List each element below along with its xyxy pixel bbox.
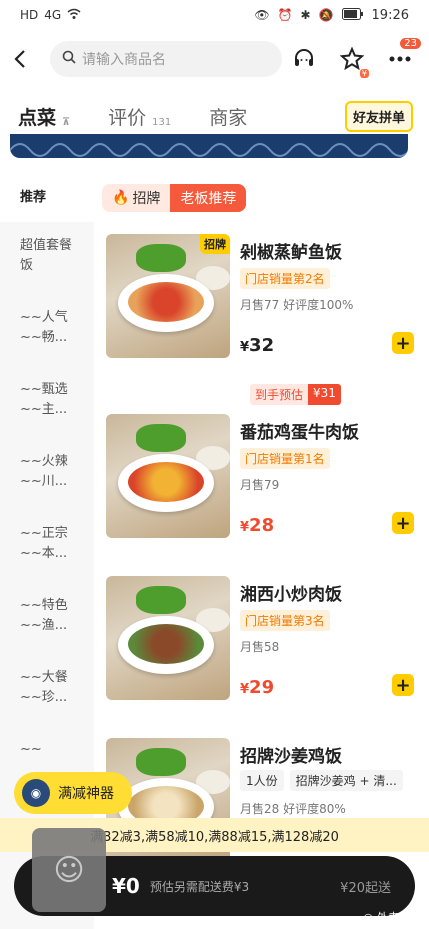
- sidebar-item-recommended[interactable]: 推荐: [0, 168, 94, 222]
- review-count: 131: [152, 116, 172, 128]
- eye-icon: 👁: [254, 8, 270, 22]
- dish-card[interactable]: 番茄鸡蛋牛肉饭 门店销量第1名 月售79 ¥28 +: [106, 414, 418, 544]
- promo-label: 满减神器: [58, 786, 114, 802]
- dish-name: 番茄鸡蛋牛肉饭: [240, 423, 359, 443]
- bluetooth-icon: ✱: [300, 8, 311, 22]
- boss-recommend-tag: 老板推荐: [170, 184, 247, 212]
- cart-total: ¥0: [112, 874, 140, 898]
- category-sidebar: 推荐 超值套餐 饭 ~~人气 ~~畅... ~~甄选 ~~主... ~~火辣 ~…: [0, 168, 94, 929]
- sidebar-item-authentic[interactable]: ~~正宗 ~~本...: [0, 510, 94, 582]
- sales-rank-badge: 门店销量第3名: [240, 610, 330, 631]
- dish-meta: 月售77 好评度100%: [240, 298, 354, 312]
- sales-rank-badge: 门店销量第1名: [240, 448, 330, 469]
- dish-meta: 月售28 好评度80%: [240, 802, 346, 816]
- tab-bar: 点菜 ⊼ 评价 131 商家 好友拼单: [0, 96, 429, 138]
- dish-name: 湘西小炒肉饭: [240, 585, 342, 605]
- dish-name: 剁椒蒸鲈鱼饭: [240, 243, 342, 263]
- search-icon: [62, 50, 76, 68]
- customer-service-icon[interactable]: [291, 46, 317, 72]
- wechat-icon: ◎: [363, 910, 373, 924]
- spec-chips: 1人份 招牌沙姜鸡 + 清...: [240, 770, 403, 791]
- signal-icon: 4G: [44, 8, 62, 22]
- search-input[interactable]: 请输入商品名: [50, 41, 282, 77]
- collapse-icon: ⊼: [62, 116, 71, 128]
- tab-reviews[interactable]: 评价 131: [108, 103, 171, 130]
- fire-icon: 🔥: [112, 190, 130, 206]
- portion-chip: 1人份: [240, 770, 284, 791]
- tab-label: 点菜: [18, 106, 57, 129]
- dish-photo[interactable]: [106, 576, 230, 700]
- sidebar-item-special[interactable]: ~~特色 ~~渔...: [0, 582, 94, 654]
- tab-order[interactable]: 点菜 ⊼: [18, 103, 71, 138]
- wifi-icon: [67, 8, 81, 23]
- watermark-text: 外卖玩家: [377, 911, 421, 924]
- dish-name: 招牌沙姜鸡饭: [240, 747, 342, 767]
- sidebar-item-value-combo[interactable]: 超值套餐 饭: [0, 222, 94, 294]
- notification-badge: 23: [400, 38, 421, 49]
- dish-card[interactable]: 湘西小炒肉饭 门店销量第3名 月售58 ¥29 +: [106, 576, 418, 706]
- dish-meta: 月售79: [240, 478, 280, 492]
- favorite-icon[interactable]: ¥: [339, 46, 369, 78]
- status-bar: HD 4G 👁 ⏰ ✱ 🔕 19:26: [0, 0, 429, 30]
- mute-icon: 🔕: [318, 8, 334, 22]
- dish-meta: 月售58: [240, 640, 280, 654]
- dish-price: ¥28: [240, 515, 275, 536]
- estimated-value: ¥31: [308, 384, 341, 405]
- delivery-fee: 预估另需配送费¥3: [149, 879, 250, 894]
- back-icon[interactable]: [10, 49, 30, 69]
- coupon-badge: ¥: [359, 69, 369, 78]
- signature-tag: 🔥 招牌: [102, 184, 171, 212]
- sidebar-item-popular[interactable]: ~~人气 ~~畅...: [0, 294, 94, 366]
- content-chip: 招牌沙姜鸡 + 清...: [289, 770, 403, 791]
- page: HD 4G 👁 ⏰ ✱ 🔕 19:26 请输入商品名 ¥ 23 点菜 ⊼ 评价 …: [0, 0, 429, 929]
- tab-label: 评价: [108, 106, 147, 129]
- decorative-banner: [10, 134, 408, 158]
- estimated-label: 到手预估: [250, 384, 309, 405]
- cart-icon[interactable]: ☺: [32, 828, 106, 912]
- sidebar-item-feast[interactable]: ~~大餐 ~~珍...: [0, 654, 94, 726]
- hd-icon: HD: [20, 8, 39, 22]
- header: 请输入商品名 ¥ 23: [0, 36, 429, 82]
- search-placeholder: 请输入商品名: [82, 52, 166, 68]
- watermark: ◎ 外卖玩家: [363, 909, 421, 925]
- alarm-icon: ⏰: [277, 8, 293, 22]
- more-icon[interactable]: 23: [387, 38, 421, 72]
- sidebar-item-selected[interactable]: ~~甄选 ~~主...: [0, 366, 94, 438]
- tab-merchant[interactable]: 商家: [209, 103, 247, 130]
- minimum-order-button[interactable]: ¥20起送: [340, 877, 391, 896]
- cart-bar[interactable]: ☺ ¥0 预估另需配送费¥3 ¥20起送: [14, 828, 415, 916]
- dish-photo[interactable]: [106, 414, 230, 538]
- discount-tool-button[interactable]: ◉ 满减神器: [14, 772, 132, 814]
- section-tag-bar: 🔥 招牌 老板推荐: [102, 184, 247, 212]
- tab-label: 商家: [209, 106, 248, 129]
- signature-label: 招牌: [132, 191, 161, 207]
- battery-icon: [341, 7, 364, 23]
- signature-badge: 招牌: [200, 234, 230, 254]
- dish-list: 🔥 招牌 老板推荐 招牌 剁椒蒸鲈鱼饭 门店销量第2名 月售77 好评度100%…: [94, 168, 429, 929]
- group-order-button[interactable]: 好友拼单: [344, 100, 413, 132]
- clock: 19:26: [371, 7, 409, 23]
- dish-price: ¥32: [240, 335, 275, 356]
- dish-price: ¥29: [240, 677, 275, 698]
- sidebar-item-spicy[interactable]: ~~火辣 ~~川...: [0, 438, 94, 510]
- sales-rank-badge: 门店销量第2名: [240, 268, 330, 289]
- add-to-cart-button[interactable]: +: [392, 674, 414, 696]
- dish-card[interactable]: 招牌 剁椒蒸鲈鱼饭 门店销量第2名 月售77 好评度100% ¥32 + 到手预…: [106, 234, 418, 405]
- estimated-price: 到手预估 ¥31: [250, 384, 341, 405]
- add-to-cart-button[interactable]: +: [392, 332, 414, 354]
- add-to-cart-button[interactable]: +: [392, 512, 414, 534]
- robot-icon: ◉: [22, 779, 50, 807]
